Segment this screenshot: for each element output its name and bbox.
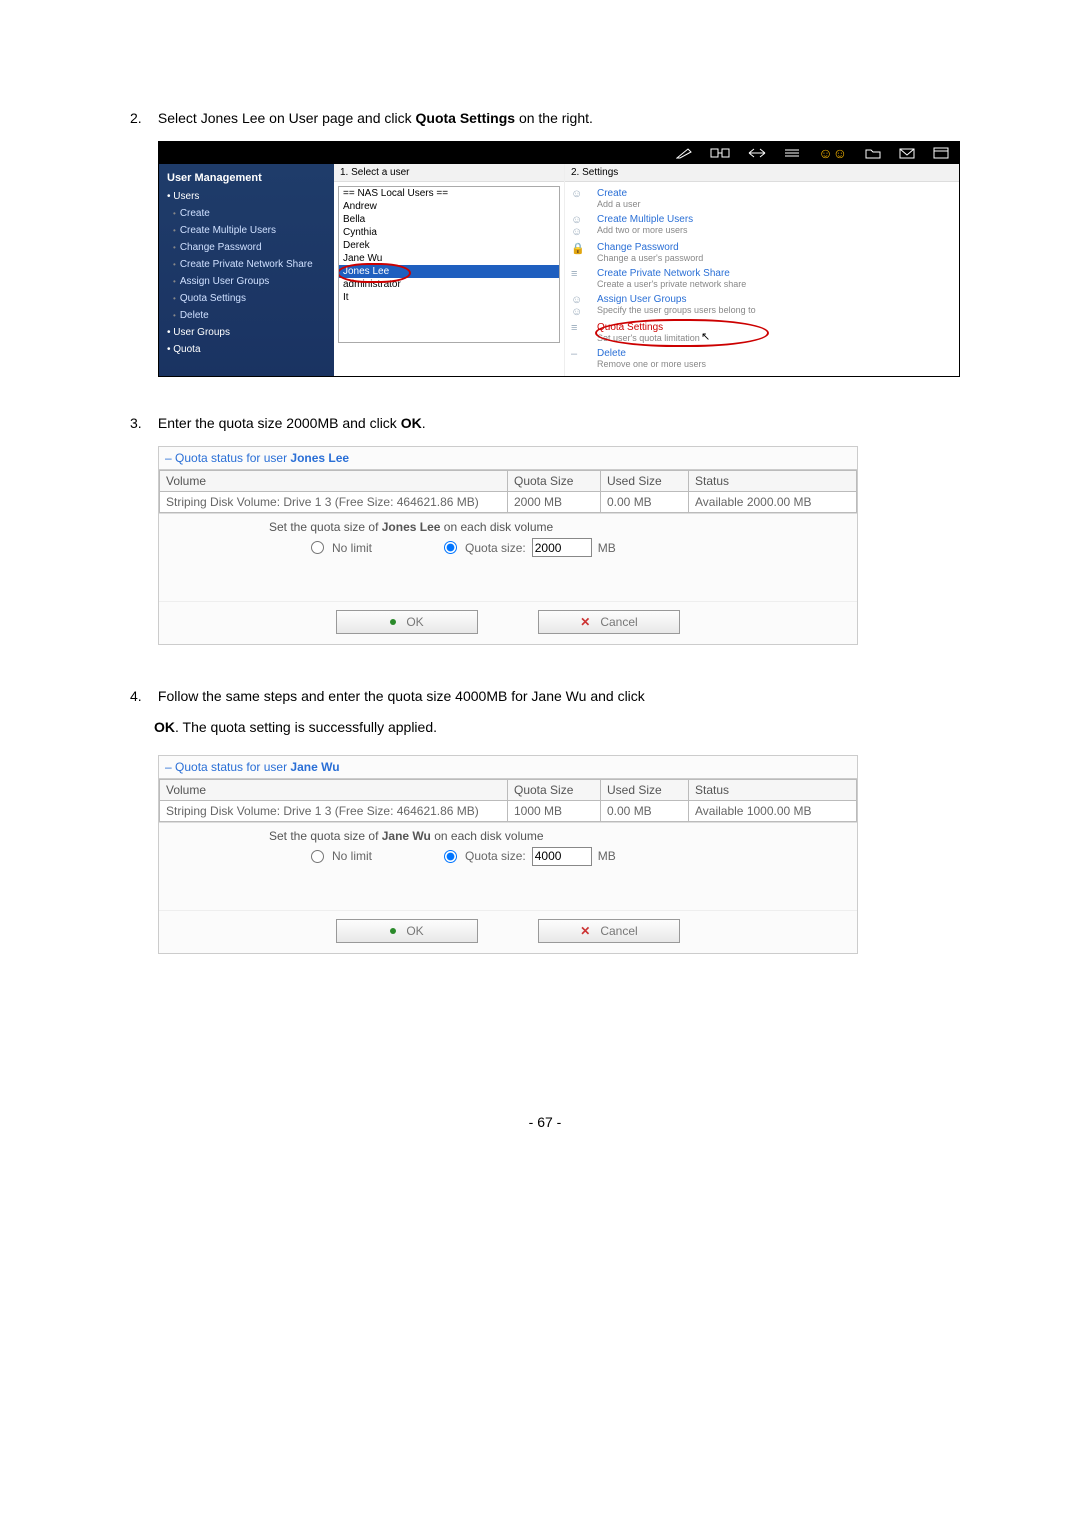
quota-panel-jane-wu: – Quota status for user Jane Wu Volume Q… xyxy=(158,755,858,954)
sidebar-users[interactable]: • Users xyxy=(159,188,334,205)
quota-icon: ≡ xyxy=(571,322,589,334)
user-listbox[interactable]: == NAS Local Users == Andrew Bella Cynth… xyxy=(338,186,560,343)
radio-no-limit[interactable] xyxy=(311,541,324,554)
label-no-limit: No limit xyxy=(332,541,372,555)
settings-panel: 2. Settings ☺CreateAdd a user ☺☺Create M… xyxy=(565,164,959,376)
th-volume: Volume xyxy=(160,779,508,800)
sidebar-header: User Management xyxy=(159,168,334,188)
user-management-screenshot: ☺☺ User Management • Users Create Create… xyxy=(158,141,960,377)
table-row: Striping Disk Volume: Drive 1 3 (Free Si… xyxy=(160,492,857,513)
panel-title: – Quota status for user Jane Wu xyxy=(158,755,858,778)
cancel-button[interactable]: ✕Cancel xyxy=(538,919,680,943)
user-item[interactable]: Cynthia xyxy=(339,226,559,239)
label-quota-size: Quota size: xyxy=(465,849,526,863)
topbar: ☺☺ xyxy=(159,142,959,164)
th-quota: Quota Size xyxy=(508,471,601,492)
user-item[interactable]: Jane Wu xyxy=(339,252,559,265)
quota-size-input[interactable] xyxy=(532,847,592,866)
users-plus-icon: ☺☺ xyxy=(571,214,589,238)
ok-button[interactable]: OK xyxy=(336,610,478,634)
sidebar-usergroups[interactable]: • User Groups xyxy=(159,324,334,341)
sidebar-item-quota[interactable]: Quota Settings xyxy=(159,290,334,307)
th-used: Used Size xyxy=(601,779,689,800)
user-item-selected[interactable]: Jones Lee xyxy=(339,265,559,278)
quota-panel-jones-lee: – Quota status for user Jones Lee Volume… xyxy=(158,446,858,645)
delete-icon: – xyxy=(571,348,589,360)
step4-text: 4. Follow the same steps and enter the q… xyxy=(130,681,960,743)
user-select-panel: 1. Select a user == NAS Local Users == A… xyxy=(334,164,565,376)
set-quota-label: Set the quota size of Jane Wu on each di… xyxy=(165,829,851,843)
th-volume: Volume xyxy=(160,471,508,492)
sidebar-item-delete[interactable]: Delete xyxy=(159,307,334,324)
sidebar-item-create-multi[interactable]: Create Multiple Users xyxy=(159,222,334,239)
sidebar-quota[interactable]: • Quota xyxy=(159,341,334,358)
quota-size-input[interactable] xyxy=(532,538,592,557)
th-status: Status xyxy=(689,471,857,492)
action-private-share[interactable]: ≡Create Private Network ShareCreate a us… xyxy=(571,266,953,292)
action-delete[interactable]: –DeleteRemove one or more users xyxy=(571,346,953,372)
th-used: Used Size xyxy=(601,471,689,492)
page-number: - 67 - xyxy=(130,1114,960,1130)
cancel-icon: ✕ xyxy=(580,924,590,938)
user-plus-icon: ☺ xyxy=(571,188,589,200)
cancel-icon: ✕ xyxy=(580,615,590,629)
step3-text: 3. Enter the quota size 2000MB and click… xyxy=(130,413,960,434)
panel-title: – Quota status for user Jones Lee xyxy=(158,446,858,469)
radio-quota-size[interactable] xyxy=(444,541,457,554)
th-quota: Quota Size xyxy=(508,779,601,800)
ok-icon xyxy=(390,619,396,625)
quota-table: Volume Quota Size Used Size Status Strip… xyxy=(159,470,857,513)
label-mb: MB xyxy=(598,541,616,555)
radio-no-limit[interactable] xyxy=(311,850,324,863)
group-icon: ☺☺ xyxy=(571,294,589,318)
sidebar-item-create[interactable]: Create xyxy=(159,205,334,222)
share-icon: ≡ xyxy=(571,268,589,280)
sidebar-item-assign-groups[interactable]: Assign User Groups xyxy=(159,273,334,290)
users-icon: ☺☺ xyxy=(818,145,847,161)
quota-table: Volume Quota Size Used Size Status Strip… xyxy=(159,779,857,822)
window-icon xyxy=(933,147,949,159)
action-change-pw[interactable]: 🔒Change PasswordChange a user's password xyxy=(571,240,953,266)
mail-icon xyxy=(899,147,915,159)
user-item[interactable]: administrator xyxy=(339,278,559,291)
label-mb: MB xyxy=(598,849,616,863)
user-item[interactable]: Derek xyxy=(339,239,559,252)
action-create-multi[interactable]: ☺☺Create Multiple UsersAdd two or more u… xyxy=(571,212,953,240)
action-quota-settings[interactable]: ≡ Quota SettingsSet user's quota limitat… xyxy=(571,320,953,346)
arrows-icon xyxy=(748,147,766,159)
radio-quota-size[interactable] xyxy=(444,850,457,863)
sidebar-item-change-pw[interactable]: Change Password xyxy=(159,239,334,256)
brush-icon xyxy=(676,147,692,159)
ok-button[interactable]: OK xyxy=(336,919,478,943)
sidebar: User Management • Users Create Create Mu… xyxy=(159,164,334,376)
th-status: Status xyxy=(689,779,857,800)
user-item[interactable]: == NAS Local Users == xyxy=(339,187,559,200)
ok-icon xyxy=(390,928,396,934)
cancel-button[interactable]: ✕Cancel xyxy=(538,610,680,634)
settings-label: 2. Settings xyxy=(565,164,959,182)
label-no-limit: No limit xyxy=(332,849,372,863)
step2-text: 2. Select Jones Lee on User page and cli… xyxy=(130,108,960,129)
user-item[interactable]: It xyxy=(339,291,559,304)
action-assign-groups[interactable]: ☺☺Assign User GroupsSpecify the user gro… xyxy=(571,292,953,320)
lines-icon xyxy=(784,147,800,159)
set-quota-label: Set the quota size of Jones Lee on each … xyxy=(165,520,851,534)
sidebar-item-private-share[interactable]: Create Private Network Share xyxy=(159,256,334,273)
select-user-label: 1. Select a user xyxy=(334,164,564,182)
lock-icon: 🔒 xyxy=(571,242,589,255)
folder-icon xyxy=(865,147,881,159)
cursor-icon: ↖ xyxy=(701,330,710,343)
action-create[interactable]: ☺CreateAdd a user xyxy=(571,186,953,212)
label-quota-size: Quota size: xyxy=(465,541,526,555)
slider-icon xyxy=(710,147,730,159)
user-item[interactable]: Andrew xyxy=(339,200,559,213)
user-item[interactable]: Bella xyxy=(339,213,559,226)
table-row: Striping Disk Volume: Drive 1 3 (Free Si… xyxy=(160,800,857,821)
